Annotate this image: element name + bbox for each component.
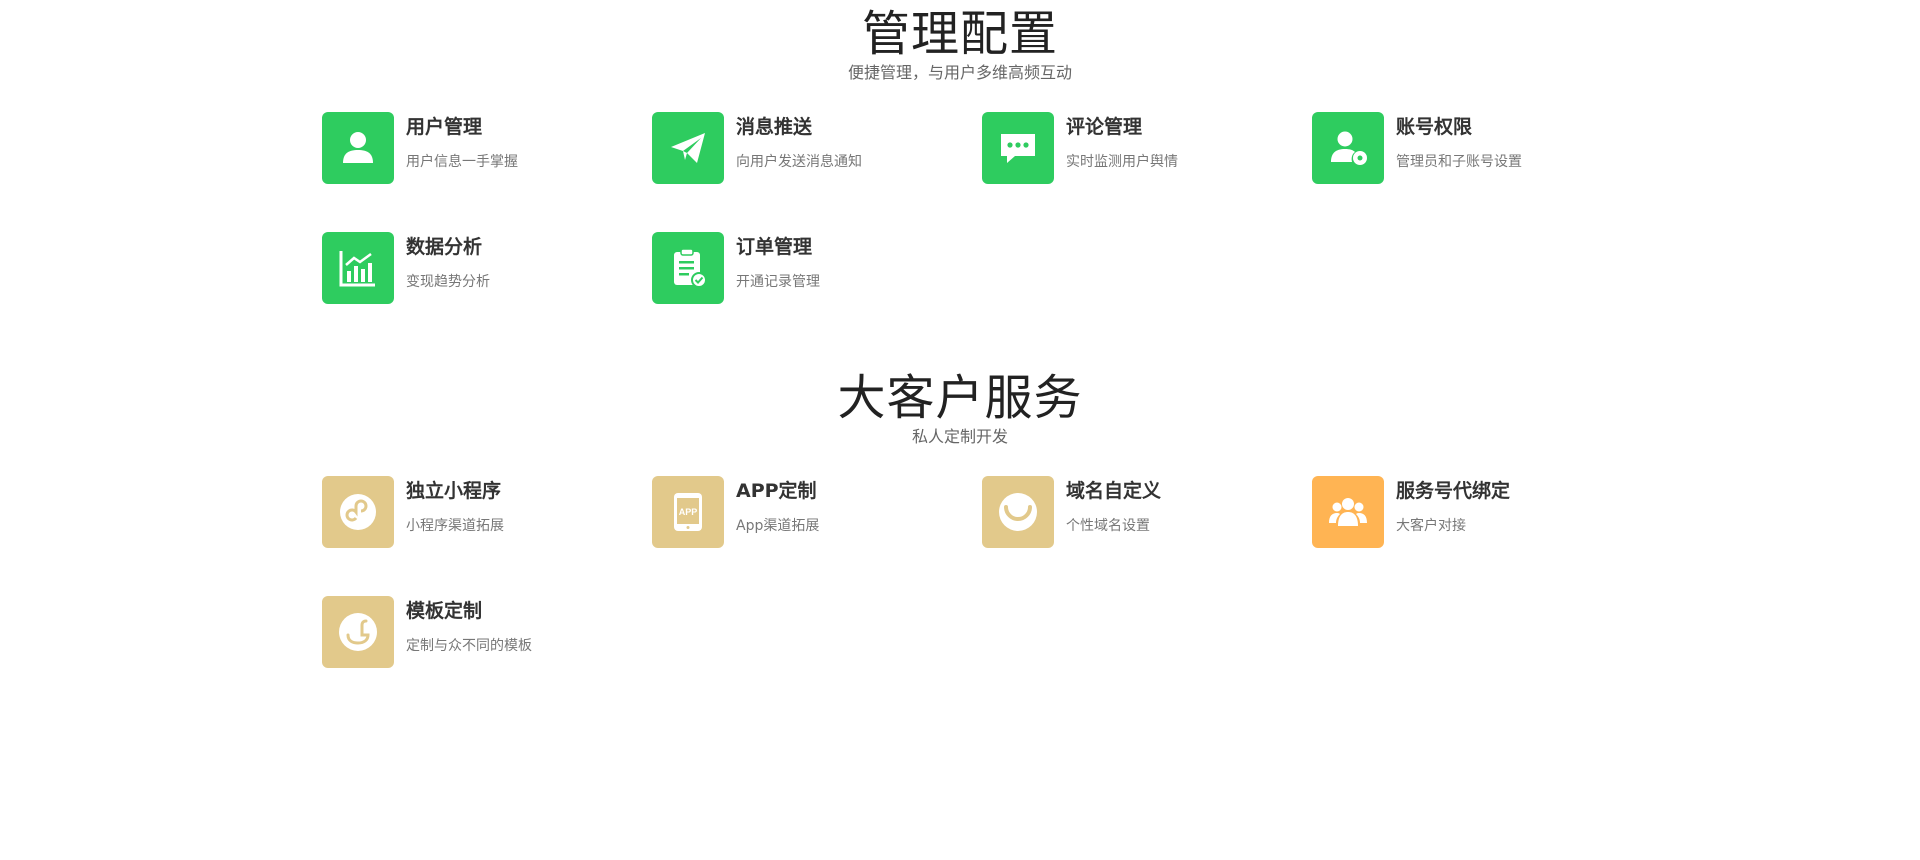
feature-card-order-management[interactable]: 订单管理 开通记录管理 bbox=[652, 232, 982, 304]
feature-grid: 用户管理 用户信息一手掌握 消息推送 向用户发送消息通知 评论管理 实时监测用户… bbox=[322, 112, 1642, 304]
card-desc: 实时监测用户舆情 bbox=[1066, 154, 1178, 170]
app-phone-icon: APP bbox=[652, 476, 724, 548]
feature-card-comment-management[interactable]: 评论管理 实时监测用户舆情 bbox=[982, 112, 1312, 184]
card-desc: 变现趋势分析 bbox=[406, 274, 490, 290]
user-icon bbox=[322, 112, 394, 184]
chat-bubble-icon bbox=[982, 112, 1054, 184]
card-desc: 小程序渠道拓展 bbox=[406, 518, 504, 534]
group-users-icon bbox=[1312, 476, 1384, 548]
card-desc: 大客户对接 bbox=[1396, 518, 1466, 534]
section-management: 管理配置 便捷管理，与用户多维高频互动 用户管理 用户信息一手掌握 消息推送 向… bbox=[0, 6, 1920, 326]
section-subtitle: 便捷管理，与用户多维高频互动 bbox=[847, 63, 1072, 82]
card-desc: 向用户发送消息通知 bbox=[736, 154, 862, 170]
paper-plane-icon bbox=[652, 112, 724, 184]
feature-card-message-push[interactable]: 消息推送 向用户发送消息通知 bbox=[652, 112, 982, 184]
feature-card-mini-program[interactable]: 独立小程序 小程序渠道拓展 bbox=[322, 476, 652, 548]
feature-card-account-permissions[interactable]: 账号权限 管理员和子账号设置 bbox=[1312, 112, 1642, 184]
section-enterprise: 大客户服务 私人定制开发 独立小程序 小程序渠道拓展 APP APP定制 App… bbox=[0, 370, 1920, 690]
feature-card-data-analysis[interactable]: 数据分析 变现趋势分析 bbox=[322, 232, 652, 304]
card-title: 模板定制 bbox=[406, 600, 483, 622]
card-desc: 个性域名设置 bbox=[1066, 518, 1150, 534]
card-title: 订单管理 bbox=[736, 236, 813, 258]
section-title: 大客户服务 bbox=[837, 370, 1083, 426]
smile-icon bbox=[982, 476, 1054, 548]
mini-program-icon bbox=[322, 476, 394, 548]
card-desc: 定制与众不同的模板 bbox=[406, 638, 532, 654]
card-title: 消息推送 bbox=[736, 116, 813, 138]
card-title: 账号权限 bbox=[1396, 116, 1473, 138]
duck-icon bbox=[322, 596, 394, 668]
user-settings-icon bbox=[1312, 112, 1384, 184]
card-desc: 用户信息一手掌握 bbox=[406, 154, 518, 170]
feature-card-user-management[interactable]: 用户管理 用户信息一手掌握 bbox=[322, 112, 652, 184]
card-desc: 管理员和子账号设置 bbox=[1396, 154, 1522, 170]
card-title: 用户管理 bbox=[406, 116, 483, 138]
card-desc: 开通记录管理 bbox=[736, 274, 820, 290]
feature-grid: 独立小程序 小程序渠道拓展 APP APP定制 App渠道拓展 域名自定义 个性… bbox=[322, 476, 1642, 668]
card-title: 服务号代绑定 bbox=[1396, 480, 1511, 502]
section-subtitle: 私人定制开发 bbox=[911, 427, 1008, 446]
feature-card-app-customization[interactable]: APP APP定制 App渠道拓展 bbox=[652, 476, 982, 548]
feature-card-service-account-binding[interactable]: 服务号代绑定 大客户对接 bbox=[1312, 476, 1642, 548]
card-title: APP定制 bbox=[736, 480, 817, 502]
card-desc: App渠道拓展 bbox=[736, 518, 820, 534]
clipboard-check-icon bbox=[652, 232, 724, 304]
bar-chart-icon bbox=[322, 232, 394, 304]
section-title: 管理配置 bbox=[861, 6, 1058, 62]
page: 管理配置 便捷管理，与用户多维高频互动 用户管理 用户信息一手掌握 消息推送 向… bbox=[0, 0, 1920, 860]
card-title: 域名自定义 bbox=[1066, 480, 1162, 502]
card-title: 独立小程序 bbox=[406, 480, 502, 502]
card-title: 评论管理 bbox=[1066, 116, 1143, 138]
app-icon-text: APP bbox=[679, 507, 698, 517]
feature-card-custom-domain[interactable]: 域名自定义 个性域名设置 bbox=[982, 476, 1312, 548]
card-title: 数据分析 bbox=[406, 236, 483, 258]
feature-card-template-customization[interactable]: 模板定制 定制与众不同的模板 bbox=[322, 596, 652, 668]
